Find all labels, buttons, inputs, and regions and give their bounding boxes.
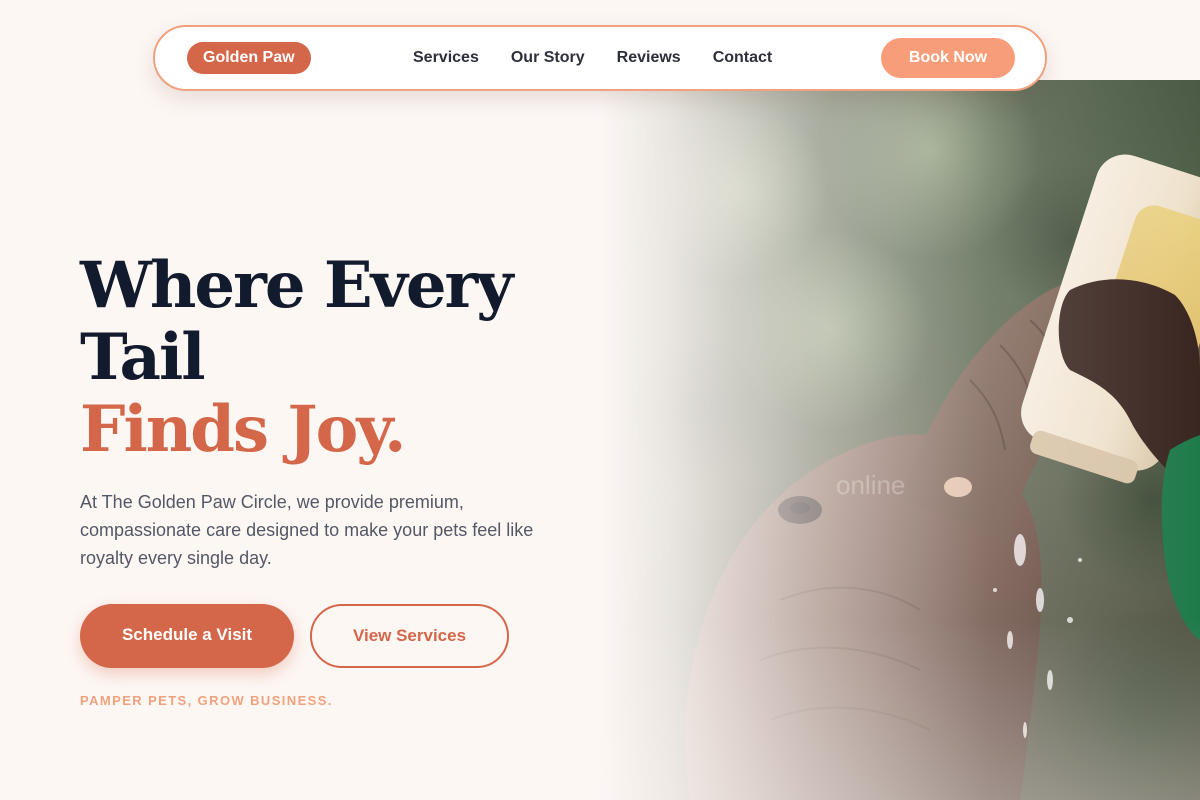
brand-logo[interactable]: Golden Paw <box>187 42 311 74</box>
headline-line-1: Where Every <box>80 248 513 323</box>
headline-accent: Finds Joy. <box>80 392 406 467</box>
hero-headline: Where Every Tail Finds Joy. <box>80 250 600 466</box>
watermark-text: online <box>836 470 906 500</box>
book-now-button[interactable]: Book Now <box>881 38 1015 78</box>
hero-image <box>600 80 1200 800</box>
nav-links: Services Our Story Reviews Contact <box>413 27 772 89</box>
hero-tagline: PAMPER PETS, GROW BUSINESS. <box>80 693 333 708</box>
nav-link-our-story[interactable]: Our Story <box>511 49 585 67</box>
nav-link-contact[interactable]: Contact <box>713 49 773 67</box>
view-services-button[interactable]: View Services <box>310 604 509 668</box>
headline-line-2: Tail <box>80 320 206 395</box>
nav-link-reviews[interactable]: Reviews <box>617 49 681 67</box>
schedule-visit-button[interactable]: Schedule a Visit <box>80 604 294 668</box>
nav-link-services[interactable]: Services <box>413 49 479 67</box>
top-nav: Golden Paw Services Our Story Reviews Co… <box>153 25 1047 91</box>
hero-description: At The Golden Paw Circle, we provide pre… <box>80 492 534 568</box>
